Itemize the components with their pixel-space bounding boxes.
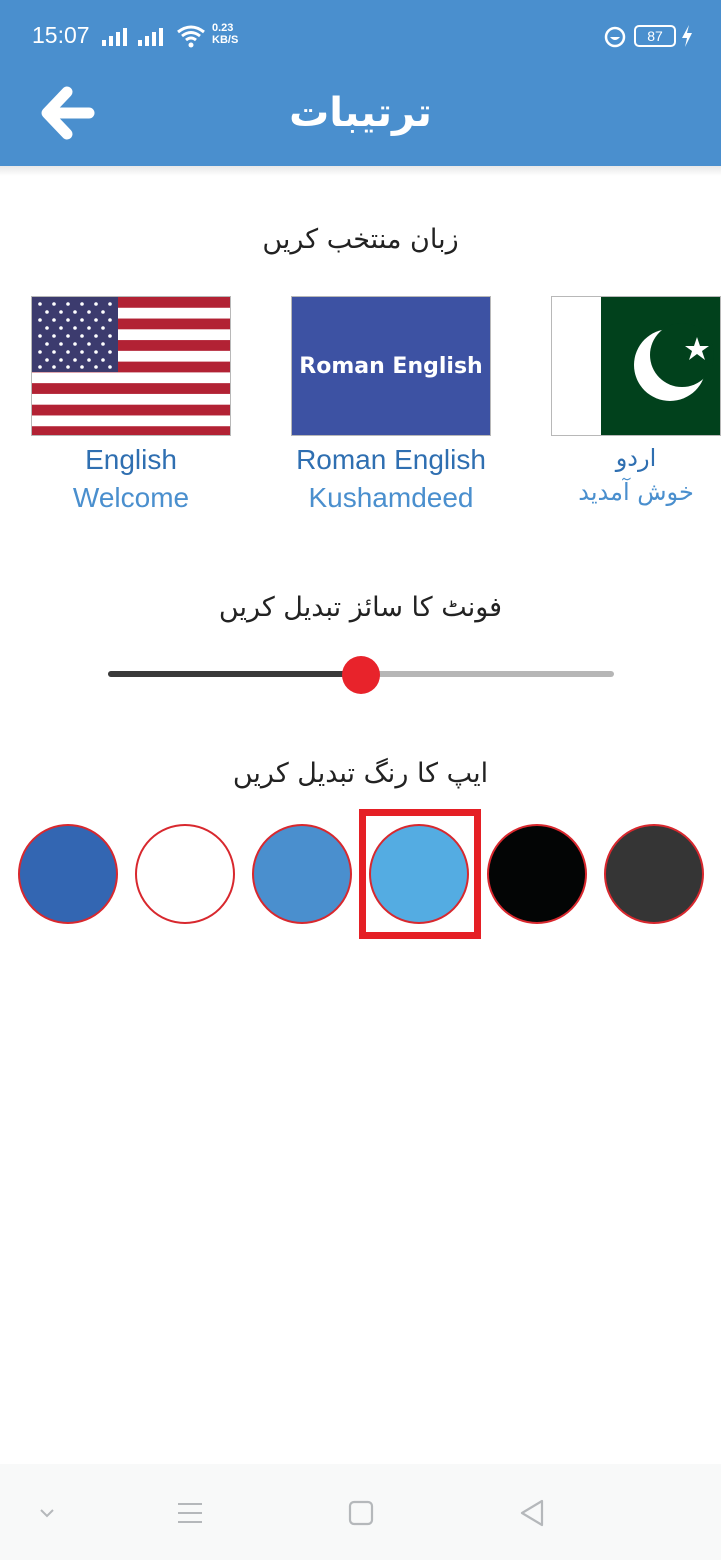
language-name: اردو (615, 444, 657, 472)
color-swatch-black[interactable] (487, 824, 587, 924)
language-greeting: خوش آمدید (578, 478, 694, 506)
selected-color-highlight (359, 809, 481, 939)
chevron-down-icon (40, 1509, 54, 1518)
nav-menu-button[interactable] (165, 1488, 215, 1538)
status-time: 15:07 (32, 22, 90, 48)
network-speed: 0.23 KB/S (212, 22, 238, 46)
language-section-title: زبان منتخب کریں (262, 224, 459, 255)
slider-thumb[interactable] (342, 656, 380, 694)
pakistan-flag-icon (551, 296, 721, 436)
app-bar-shadow (0, 166, 721, 176)
roman-english-flag-text: Roman English (299, 353, 483, 379)
data-saver-icon (604, 26, 626, 48)
nav-back-button[interactable] (507, 1488, 557, 1538)
triangle-back-icon (520, 1499, 544, 1527)
language-option-urdu[interactable]: اردو خوش آمدید (551, 296, 721, 506)
roman-english-flag-icon: Roman English (291, 296, 491, 436)
font-size-section-title: فونٹ کا سائز تبدیل کریں (218, 592, 503, 623)
color-swatch-white[interactable] (135, 824, 235, 924)
system-nav-bar (0, 1464, 721, 1560)
network-speed-unit: KB/S (212, 34, 239, 46)
charging-icon (682, 25, 692, 47)
language-option-roman-english[interactable]: Roman English Roman English Kushamdeed (291, 296, 491, 514)
font-size-slider[interactable] (108, 656, 614, 694)
nav-hide-button[interactable] (22, 1488, 72, 1538)
language-option-english[interactable]: English Welcome (31, 296, 231, 514)
network-speed-value: 0.23 (212, 22, 234, 34)
color-swatch-dark-blue[interactable] (18, 824, 118, 924)
signal-2-icon (138, 26, 163, 46)
page-title: ترتیبات (289, 90, 432, 136)
nav-home-button[interactable] (336, 1488, 386, 1538)
status-bar: 15:07 0.23 KB/S 87 (0, 0, 721, 72)
menu-icon (178, 1503, 202, 1523)
wifi-icon (177, 25, 205, 48)
language-greeting: Kushamdeed (308, 482, 474, 513)
color-swatch-dark-gray[interactable] (604, 824, 704, 924)
app-bar: 15:07 0.23 KB/S 87 ترتیبات (0, 0, 721, 166)
square-home-icon (348, 1500, 374, 1526)
language-name: Roman English (296, 444, 486, 475)
signal-1-icon (102, 26, 127, 46)
language-greeting: Welcome (72, 482, 190, 513)
us-flag-icon (31, 296, 231, 436)
language-name: English (85, 444, 177, 475)
color-swatch-blue[interactable] (252, 824, 352, 924)
battery-indicator: 87 (634, 25, 676, 47)
slider-fill (108, 671, 361, 677)
app-color-section-title: ایپ کا رنگ تبدیل کریں (232, 758, 489, 789)
